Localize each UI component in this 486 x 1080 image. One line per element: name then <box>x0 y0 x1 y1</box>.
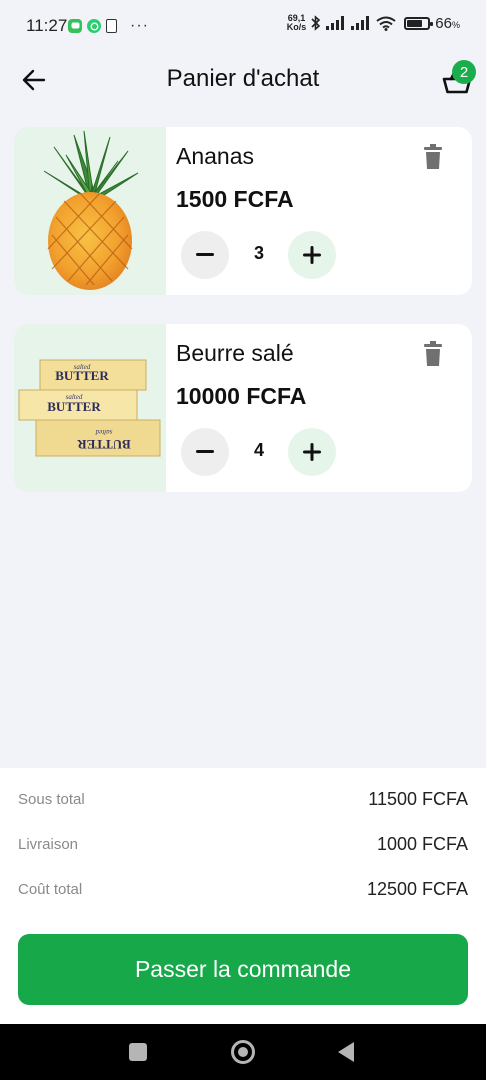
minus-icon <box>196 450 214 453</box>
increase-quantity-button[interactable] <box>288 231 336 279</box>
wifi-icon <box>376 16 396 31</box>
quantity-value: 4 <box>253 440 264 460</box>
more-notifications-icon: ··· <box>130 17 149 34</box>
total-row: Coût total 12500 FCFA <box>18 878 468 902</box>
quantity-value: 3 <box>253 243 264 263</box>
status-bar: 11:27 ··· 69,1 Ko/s 66% <box>0 0 486 52</box>
notification-icons: ··· <box>68 17 149 35</box>
network-speed: 69,1 Ko/s <box>286 13 307 32</box>
delete-item-button[interactable] <box>420 340 446 368</box>
product-image-butter: salted BUTTER salted BUTTER BUTTER salte… <box>14 324 166 492</box>
product-image-pineapple <box>14 127 166 295</box>
messages-app-icon <box>68 19 82 33</box>
item-price: 10000 FCFA <box>176 383 307 409</box>
whatsapp-icon <box>87 19 101 33</box>
delivery-label: Livraison <box>18 836 79 853</box>
svg-text:salted: salted <box>95 428 112 436</box>
delivery-value: 1000 FCFA <box>376 834 468 854</box>
svg-text:BUTTER: BUTTER <box>77 437 131 452</box>
order-summary: Sous total 11500 FCFA Livraison 1000 FCF… <box>0 768 486 1024</box>
app-header: Panier d'achat <box>0 52 486 108</box>
subtotal-row: Sous total 11500 FCFA <box>18 788 468 812</box>
subtotal-label: Sous total <box>18 791 85 808</box>
bluetooth-icon <box>311 15 321 31</box>
cart-item: Ananas 1500 FCFA 3 <box>14 127 472 295</box>
item-price: 1500 FCFA <box>176 186 294 212</box>
delete-item-button[interactable] <box>420 143 446 171</box>
cart-item: salted BUTTER salted BUTTER BUTTER salte… <box>14 324 472 492</box>
minus-icon <box>196 253 214 256</box>
total-label: Coût total <box>18 881 83 898</box>
home-button[interactable] <box>231 1040 255 1064</box>
svg-text:BUTTER: BUTTER <box>55 368 109 383</box>
system-back-button[interactable] <box>338 1042 354 1062</box>
battery-icon <box>404 16 434 30</box>
trash-icon <box>424 144 442 169</box>
svg-text:BUTTER: BUTTER <box>47 399 101 414</box>
delivery-row: Livraison 1000 FCFA <box>18 833 468 857</box>
increase-quantity-button[interactable] <box>288 428 336 476</box>
cart-count-badge: 2 <box>452 60 476 84</box>
decrease-quantity-button[interactable] <box>181 428 229 476</box>
trash-icon <box>424 341 442 366</box>
notification-app-icon <box>106 19 117 33</box>
plus-icon <box>303 443 321 461</box>
signal-icon <box>326 16 345 30</box>
battery-percentage: 66% <box>435 14 460 32</box>
subtotal-value: 11500 FCFA <box>368 789 468 809</box>
item-name: Ananas <box>176 143 255 169</box>
plus-icon <box>303 246 321 264</box>
status-time: 11:27 <box>26 16 68 35</box>
decrease-quantity-button[interactable] <box>181 231 229 279</box>
item-name: Beurre salé <box>176 340 294 366</box>
page-title: Panier d'achat <box>166 65 320 92</box>
system-nav-bar <box>0 1024 486 1080</box>
signal-icon-2 <box>351 16 370 30</box>
checkout-button[interactable]: Passer la commande <box>18 934 468 1005</box>
recent-apps-button[interactable] <box>129 1043 147 1061</box>
total-value: 12500 FCFA <box>366 879 468 899</box>
status-right: 69,1 Ko/s 66% <box>287 14 460 32</box>
